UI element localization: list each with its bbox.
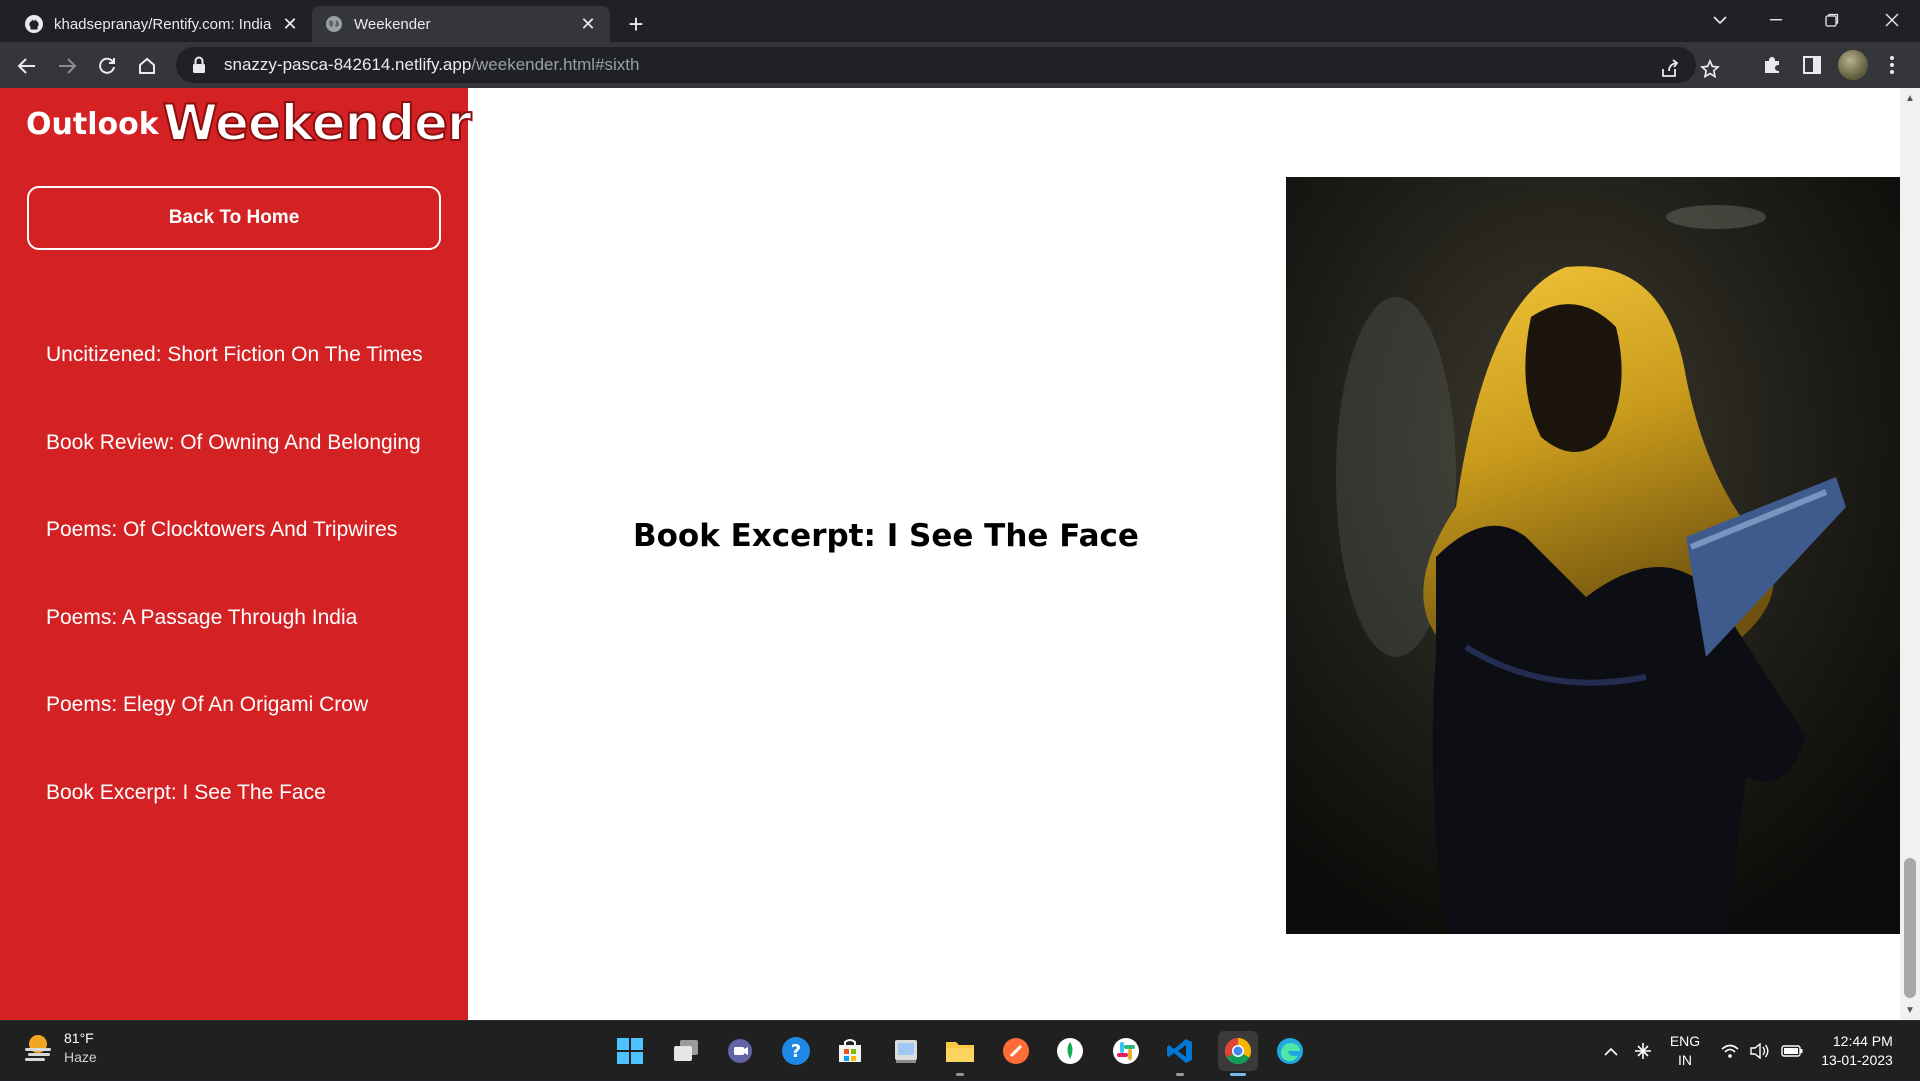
minimize-icon[interactable]	[1748, 0, 1804, 40]
sidebar-item-i-see-the-face[interactable]: Book Excerpt: I See The Face	[46, 781, 423, 869]
weather-temperature: 81°F	[64, 1030, 94, 1046]
start-windows-icon[interactable]	[612, 1033, 648, 1069]
lock-icon	[192, 56, 210, 74]
sidebar-item-clocktowers[interactable]: Poems: Of Clocktowers And Tripwires	[46, 518, 423, 606]
sidebar-item-book-review[interactable]: Book Review: Of Owning And Belonging	[46, 431, 423, 519]
language-region: IN	[1678, 1052, 1692, 1068]
language-indicator[interactable]: ENG IN	[1664, 1021, 1706, 1081]
back-to-home-button[interactable]: Back To Home	[27, 186, 441, 250]
github-icon	[24, 14, 44, 34]
globe-icon	[324, 14, 344, 34]
svg-text:?: ?	[791, 1041, 801, 1062]
weather-widget[interactable]: 81°F Haze	[22, 1029, 97, 1067]
network-tray-icon[interactable]	[1630, 1021, 1656, 1081]
logo-outlook-text: Outlook	[26, 107, 159, 142]
tab-search-icon[interactable]	[1692, 0, 1748, 40]
new-tab-button[interactable]: +	[620, 8, 652, 40]
system-clock[interactable]: 12:44 PM 13-01-2023	[1814, 1021, 1900, 1081]
sidebar-item-passage-through-india[interactable]: Poems: A Passage Through India	[46, 606, 423, 694]
page-viewport: Outlook Weekender Back To Home Uncitizen…	[0, 88, 1920, 1020]
scroll-down-arrow-icon[interactable]: ▼	[1900, 1000, 1920, 1020]
scroll-up-arrow-icon[interactable]: ▲	[1900, 88, 1920, 108]
sidebar-item-origami-crow[interactable]: Poems: Elegy Of An Origami Crow	[46, 693, 423, 781]
bookmark-star-icon[interactable]	[1696, 55, 1724, 83]
close-tab-icon[interactable]: ✕	[280, 14, 300, 34]
restore-icon[interactable]	[1804, 0, 1860, 40]
site-logo[interactable]: Outlook Weekender	[26, 94, 473, 152]
tab-weekender[interactable]: Weekender ✕	[312, 6, 610, 42]
microsoft-store-icon[interactable]	[832, 1033, 868, 1069]
clock-date: 13-01-2023	[1821, 1052, 1893, 1068]
reload-icon[interactable]	[90, 49, 124, 83]
file-explorer-icon[interactable]	[942, 1033, 978, 1069]
postman-icon[interactable]	[998, 1033, 1034, 1069]
close-tab-icon[interactable]: ✕	[578, 14, 598, 34]
browser-menu-icon[interactable]	[1876, 49, 1908, 81]
browser-tab-strip: khadsepranay/Rentify.com: India ✕ Weeken…	[0, 0, 1920, 42]
windows-taskbar: 81°F Haze ? ENG IN 12:44 PM 13-01-2023	[0, 1020, 1920, 1080]
haze-sun-icon	[25, 1035, 51, 1061]
tab-title: khadsepranay/Rentify.com: India	[54, 15, 272, 33]
article-title: Book Excerpt: I See The Face	[633, 518, 1139, 554]
article-nav-list: Uncitizened: Short Fiction On The Times …	[46, 343, 423, 868]
snipping-tool-icon[interactable]	[888, 1033, 924, 1069]
sidebar: Outlook Weekender Back To Home Uncitizen…	[0, 88, 473, 1020]
help-icon[interactable]: ?	[778, 1033, 814, 1069]
slack-icon[interactable]	[1108, 1033, 1144, 1069]
close-window-icon[interactable]	[1864, 0, 1920, 40]
running-indicator	[1176, 1073, 1184, 1076]
url-path: /weekender.html#sixth	[471, 55, 640, 74]
task-view-icon[interactable]	[668, 1033, 704, 1069]
show-hidden-icons-chevron-icon[interactable]	[1598, 1021, 1624, 1081]
weather-description: Haze	[64, 1049, 97, 1065]
tab-github[interactable]: khadsepranay/Rentify.com: India ✕	[12, 6, 312, 42]
extensions-puzzle-icon[interactable]	[1756, 49, 1788, 81]
logo-weekender-text: Weekender	[162, 94, 473, 152]
back-icon[interactable]	[10, 49, 44, 83]
share-icon[interactable]	[1656, 55, 1684, 83]
wifi-icon[interactable]	[1718, 1021, 1742, 1081]
url-domain: snazzy-pasca-842614.netlify.app	[224, 55, 472, 74]
page-scrollbar[interactable]: ▲ ▼	[1900, 88, 1920, 1020]
profile-avatar[interactable]	[1838, 50, 1868, 80]
address-bar[interactable]: snazzy-pasca-842614.netlify.app/weekende…	[176, 47, 1720, 83]
tab-title: Weekender	[354, 15, 431, 33]
home-icon[interactable]	[130, 49, 164, 83]
vscode-icon[interactable]	[1162, 1033, 1198, 1069]
teams-chat-icon[interactable]	[722, 1033, 758, 1069]
chrome-icon[interactable]	[1218, 1031, 1258, 1071]
sidebar-item-uncitizened[interactable]: Uncitizened: Short Fiction On The Times	[46, 343, 423, 431]
mongodb-compass-icon[interactable]	[1052, 1033, 1088, 1069]
browser-toolbar: snazzy-pasca-842614.netlify.app/weekende…	[0, 42, 1920, 88]
scroll-thumb[interactable]	[1904, 858, 1916, 998]
running-indicator	[956, 1073, 964, 1076]
side-panel-icon[interactable]	[1796, 49, 1828, 81]
volume-icon[interactable]	[1748, 1021, 1772, 1081]
forward-icon[interactable]	[50, 49, 84, 83]
article-photo	[1286, 177, 1900, 934]
active-app-indicator	[1230, 1073, 1246, 1076]
clock-time: 12:44 PM	[1832, 1033, 1893, 1049]
edge-icon[interactable]	[1272, 1033, 1308, 1069]
battery-icon[interactable]	[1778, 1021, 1806, 1081]
language-code: ENG	[1669, 1033, 1701, 1049]
